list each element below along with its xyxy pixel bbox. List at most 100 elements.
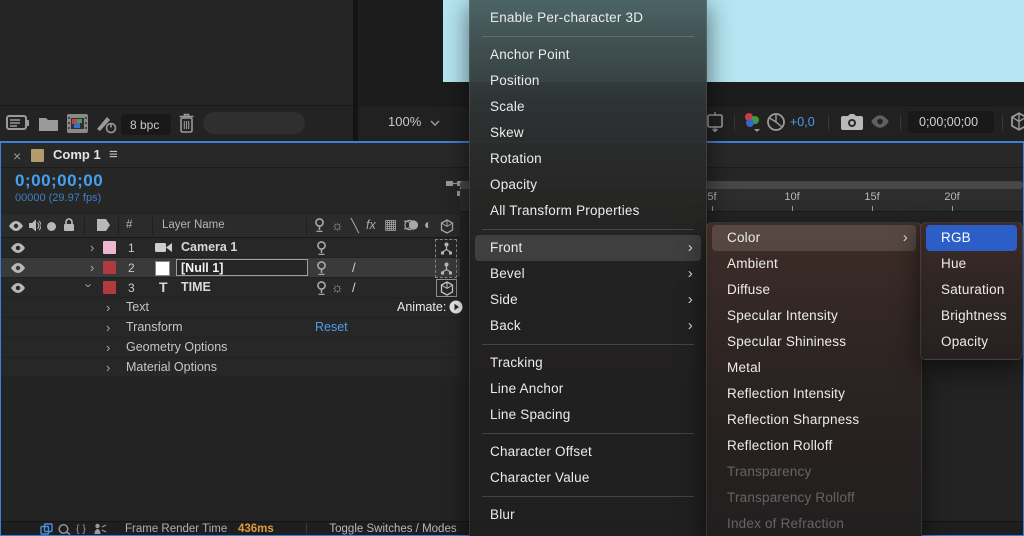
parent-link-icon[interactable]	[440, 262, 453, 275]
snapshot-icon[interactable]	[840, 113, 864, 131]
collapse-sun-icon[interactable]: ☼	[331, 281, 344, 294]
menu-item-saturation[interactable]: Saturation	[926, 277, 1017, 303]
menu-item-character-offset[interactable]: Character Offset	[475, 439, 701, 465]
layer-label-swatch[interactable]	[103, 281, 116, 294]
label-tag-icon[interactable]	[96, 218, 111, 232]
expand-chevron-icon[interactable]: ›	[106, 340, 110, 355]
cube-3d-icon[interactable]	[440, 219, 454, 234]
parent-link-icon[interactable]	[440, 242, 453, 255]
collapse-sun-icon[interactable]: ☼	[331, 219, 344, 232]
menu-item-hue[interactable]: Hue	[926, 251, 1017, 277]
menu-item-front[interactable]: Front›	[475, 235, 701, 261]
menu-item-enable-per-character-3d[interactable]: Enable Per-character 3D	[475, 5, 701, 31]
shy-icon[interactable]	[315, 241, 328, 255]
comp-color-swatch[interactable]	[31, 149, 44, 162]
footage-icon[interactable]	[66, 113, 89, 134]
frame-blend-icon[interactable]: ▦	[384, 218, 397, 231]
layer-name[interactable]: Camera 1	[181, 240, 237, 254]
layer-label-swatch[interactable]	[103, 261, 116, 274]
menu-item-specular-shininess[interactable]: Specular Shininess	[712, 329, 916, 355]
reset-link[interactable]: Reset	[315, 320, 348, 334]
property-label[interactable]: Text	[126, 300, 149, 314]
magnification-value[interactable]: 100%	[388, 114, 421, 129]
layer-name-edit-field[interactable]: [Null 1]	[176, 259, 308, 276]
menu-item-rotation[interactable]: Rotation	[475, 146, 701, 172]
menu-item-skew[interactable]: Skew	[475, 120, 701, 146]
property-row-text[interactable]	[1, 298, 460, 318]
expand-chevron-icon[interactable]: ›	[106, 300, 110, 315]
expand-chevron-icon[interactable]: ›	[90, 260, 94, 275]
render-queue-icon[interactable]	[6, 114, 30, 133]
menu-item-diffuse[interactable]: Diffuse	[712, 277, 916, 303]
view-options-icon[interactable]	[704, 112, 726, 132]
folder-icon[interactable]	[38, 115, 59, 132]
close-icon[interactable]: ×	[13, 148, 21, 164]
shy-icon[interactable]	[313, 218, 326, 232]
menu-item-tracking[interactable]: Tracking	[475, 350, 701, 376]
property-label[interactable]: Material Options	[126, 360, 217, 374]
quality-icon[interactable]: /	[352, 280, 356, 295]
menu-item-color[interactable]: Color›	[712, 225, 916, 251]
menu-item-all-transform-properties[interactable]: All Transform Properties	[475, 198, 701, 224]
menu-item-ambient[interactable]: Ambient	[712, 251, 916, 277]
channels-icon[interactable]	[742, 111, 762, 133]
parent-whip-icon[interactable]	[93, 523, 107, 535]
property-row-geometry[interactable]	[1, 338, 460, 358]
expand-chevron-icon[interactable]: ›	[90, 240, 94, 255]
trash-icon[interactable]	[178, 112, 195, 134]
menu-item-reflection-rolloff[interactable]: Reflection Rolloff	[712, 433, 916, 459]
collapse-chevron-icon[interactable]: ›	[82, 283, 97, 287]
expand-layers-icon[interactable]	[40, 523, 53, 535]
menu-item-scale[interactable]: Scale	[475, 94, 701, 120]
menu-item-metal[interactable]: Metal	[712, 355, 916, 381]
menu-item-reflection-sharpness[interactable]: Reflection Sharpness	[712, 407, 916, 433]
menu-item-position[interactable]: Position	[475, 68, 701, 94]
quality-icon[interactable]: /	[352, 260, 356, 275]
video-eye-icon[interactable]	[10, 283, 26, 293]
column-layer-name[interactable]: Layer Name	[162, 219, 225, 231]
video-eye-icon[interactable]	[10, 263, 26, 273]
chevron-down-icon[interactable]	[430, 120, 440, 126]
layer-label-swatch[interactable]	[103, 241, 116, 254]
animate-menu-icon[interactable]	[449, 300, 463, 314]
layer-name[interactable]: TIME	[181, 280, 211, 294]
brackets-icon[interactable]: { }	[76, 523, 86, 535]
menu-item-back[interactable]: Back›	[475, 313, 701, 339]
menu-item-opacity[interactable]: Opacity	[475, 172, 701, 198]
column-number[interactable]: #	[126, 219, 132, 231]
video-eye-icon[interactable]	[10, 243, 26, 253]
toggle-switches-modes-button[interactable]: Toggle Switches / Modes	[318, 523, 468, 535]
menu-item-blur[interactable]: Blur	[475, 502, 701, 528]
exposure-icon[interactable]	[766, 112, 786, 132]
property-label[interactable]: Geometry Options	[126, 340, 227, 354]
current-timecode[interactable]: 0;00;00;00	[15, 171, 103, 191]
lock-icon[interactable]	[63, 218, 75, 232]
panel-menu-icon[interactable]: ≡	[109, 146, 118, 163]
comp-tab-title[interactable]: Comp 1	[53, 147, 101, 162]
expand-chevron-icon[interactable]: ›	[106, 320, 110, 335]
fast-previews-icon[interactable]	[1010, 112, 1024, 131]
menu-item-bevel[interactable]: Bevel›	[475, 261, 701, 287]
shy-icon[interactable]	[315, 261, 328, 275]
menu-item-reflection-intensity[interactable]: Reflection Intensity	[712, 381, 916, 407]
graph-editor-icon[interactable]	[58, 523, 71, 535]
menu-item-specular-intensity[interactable]: Specular Intensity	[712, 303, 916, 329]
interpret-footage-icon[interactable]	[95, 113, 117, 135]
bit-depth-button[interactable]: 8 bpc	[121, 114, 171, 135]
adjustment-layer-icon[interactable]: ◐	[424, 218, 432, 231]
solo-icon[interactable]	[47, 222, 56, 231]
exposure-value[interactable]: +0,0	[790, 115, 815, 129]
menu-item-side[interactable]: Side›	[475, 287, 701, 313]
video-eye-icon[interactable]	[8, 221, 24, 231]
viewer-timecode-field[interactable]: 0;00;00;00	[908, 111, 994, 133]
property-row-transform[interactable]	[1, 318, 460, 338]
property-label[interactable]: Transform	[126, 320, 183, 334]
layer-row-time[interactable]	[1, 278, 460, 298]
quality-icon[interactable]: ╲	[351, 219, 359, 232]
menu-item-line-anchor[interactable]: Line Anchor	[475, 376, 701, 402]
motion-blur-icon[interactable]	[404, 219, 419, 231]
menu-item-opacity2[interactable]: Opacity	[926, 329, 1017, 355]
menu-item-character-value[interactable]: Character Value	[475, 465, 701, 491]
menu-item-brightness[interactable]: Brightness	[926, 303, 1017, 329]
shy-icon[interactable]	[315, 281, 328, 295]
